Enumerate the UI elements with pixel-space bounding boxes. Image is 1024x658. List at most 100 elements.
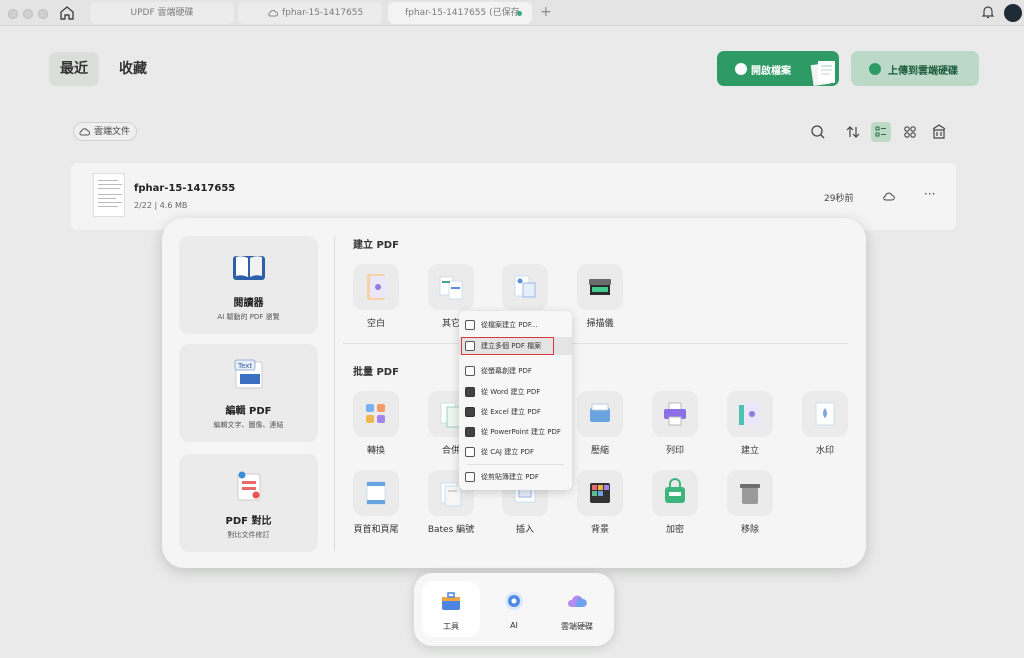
tab-favorites[interactable]: 收藏 <box>108 52 158 86</box>
tool-create[interactable]: 建立 <box>720 391 780 456</box>
tool-label: Bates 編號 <box>427 525 475 535</box>
dock-tools[interactable]: 工具 <box>422 581 480 637</box>
trash-icon <box>740 484 760 504</box>
open-file-button[interactable]: 開啟檔案 <box>717 51 839 86</box>
upload-label: 上傳到雲端硬碟 <box>888 66 958 77</box>
dock-ai[interactable]: AI <box>485 581 543 637</box>
compare-card[interactable]: PDF 對比 對比文件修訂 <box>179 454 318 552</box>
menu-item-label: 從 PowerPoint 建立 PDF <box>481 428 561 436</box>
menu-item-from-excel[interactable]: 從 Excel 建立 PDF <box>459 403 572 421</box>
tool-label: 插入 <box>515 525 534 535</box>
cloud-upload-icon[interactable] <box>883 191 895 201</box>
batch-pdf-heading: 批量 PDF <box>353 367 399 378</box>
bottom-dock: 工具 AI 雲端硬碟 <box>414 573 614 646</box>
tool-compress[interactable]: 壓縮 <box>570 391 630 456</box>
card-subtitle: 對比文件修訂 <box>227 531 270 539</box>
folder-icon <box>465 320 475 330</box>
tab-cloud-drive[interactable]: UPDF 雲端硬碟 <box>90 2 234 24</box>
tool-image[interactable] <box>495 264 555 316</box>
tool-remove[interactable]: 移除 <box>720 470 780 535</box>
menu-item-from-clipboard[interactable]: 從剪貼簿建立 PDF <box>459 468 572 486</box>
more-options-button[interactable]: ··· <box>924 187 935 201</box>
close-window-button[interactable] <box>8 9 18 19</box>
create-pdf-heading: 建立 PDF <box>353 240 399 251</box>
minimize-window-button[interactable] <box>23 9 33 19</box>
tool-label: 頁首和頁尾 <box>353 525 399 535</box>
tab-document-2[interactable]: fphar-15-1417655 (已保存 <box>388 2 532 24</box>
scanner-icon <box>589 279 611 295</box>
menu-item-from-caj[interactable]: 從 CAJ 建立 PDF <box>459 443 572 461</box>
excel-icon <box>465 407 475 417</box>
powerpoint-icon <box>465 427 475 437</box>
create-batch-icon <box>739 403 760 425</box>
menu-item-from-word[interactable]: 從 Word 建立 PDF <box>459 383 572 401</box>
menu-item-from-file[interactable]: 從檔案建立 PDF... <box>459 316 572 334</box>
dock-label: 工具 <box>443 622 459 631</box>
clipboard-icon <box>465 472 475 482</box>
trash-bin-icon[interactable] <box>929 122 949 142</box>
card-subtitle: AI 驅動的 PDF 瀏覽 <box>217 313 280 321</box>
unsaved-dot-icon <box>517 11 522 16</box>
cloud-drive-icon <box>567 595 587 607</box>
convert-icon <box>366 404 385 423</box>
tool-header-footer[interactable]: 頁首和頁尾 <box>346 470 406 535</box>
cloud-documents-filter[interactable]: 雲端文件 <box>73 122 138 141</box>
tool-scanner[interactable]: 掃描儀 <box>570 264 630 329</box>
tool-label: 建立 <box>740 446 759 456</box>
cloud-chip-label: 雲端文件 <box>94 127 131 137</box>
list-view-icon <box>875 126 886 137</box>
tool-label: 水印 <box>815 446 834 456</box>
upload-icon <box>869 63 881 75</box>
plus-circle-icon <box>735 63 747 75</box>
home-icon[interactable] <box>58 4 76 22</box>
file-meta: 2/22 | 4.6 MB <box>134 201 188 210</box>
avatar[interactable] <box>1004 4 1022 22</box>
menu-item-label: 從 Word 建立 PDF <box>481 388 541 396</box>
dock-cloud-drive[interactable]: 雲端硬碟 <box>548 581 606 637</box>
card-title: 編輯 PDF <box>225 406 272 417</box>
book-icon <box>233 256 265 280</box>
open-file-label: 開啟檔案 <box>751 66 791 77</box>
list-view-button[interactable] <box>871 122 891 142</box>
tool-watermark[interactable]: 水印 <box>795 391 855 456</box>
caj-icon <box>465 447 475 457</box>
encrypt-icon <box>665 478 685 503</box>
menu-item-from-powerpoint[interactable]: 從 PowerPoint 建立 PDF <box>459 423 572 441</box>
tool-background[interactable]: 背景 <box>570 470 630 535</box>
tab-recent[interactable]: 最近 <box>49 52 99 86</box>
printer-icon <box>664 402 686 426</box>
upload-to-cloud-button[interactable]: 上傳到雲端硬碟 <box>851 51 979 86</box>
card-title: 閱讀器 <box>233 298 264 309</box>
menu-item-label: 從螢幕創建 PDF <box>481 367 532 375</box>
zoom-window-button[interactable] <box>38 9 48 19</box>
menu-item-label: 從 Excel 建立 PDF <box>481 408 541 416</box>
tab-label: fphar-15-1417655 (已保存 <box>405 8 520 18</box>
card-subtitle: 編輯文字、圖像、連結 <box>213 421 284 429</box>
divider <box>334 236 335 551</box>
tool-label: 轉換 <box>366 446 385 456</box>
tool-encrypt[interactable]: 加密 <box>645 470 705 535</box>
card-title: PDF 對比 <box>225 516 272 527</box>
grid-view-icon[interactable] <box>900 122 920 142</box>
bell-icon[interactable] <box>980 4 996 20</box>
sort-icon[interactable] <box>843 122 863 142</box>
tool-label: 移除 <box>740 525 759 535</box>
tool-convert[interactable]: 轉換 <box>346 391 406 456</box>
search-icon[interactable] <box>808 122 828 142</box>
menu-item-create-multiple[interactable]: 建立多個 PDF 檔案 <box>459 337 572 355</box>
file-thumbnail <box>93 173 125 217</box>
tool-blank[interactable]: 空白 <box>346 264 406 329</box>
reader-card[interactable]: 閱讀器 AI 驅動的 PDF 瀏覽 <box>179 236 318 334</box>
tool-label: 列印 <box>665 446 684 456</box>
menu-item-from-screen[interactable]: 從螢幕創建 PDF <box>459 362 572 380</box>
tab-document-1[interactable]: fphar-15-1417655 <box>238 2 382 24</box>
tool-print[interactable]: 列印 <box>645 391 705 456</box>
menu-item-label: 從檔案建立 PDF... <box>481 321 538 329</box>
edit-pdf-card[interactable]: Text 編輯 PDF 編輯文字、圖像、連結 <box>179 344 318 442</box>
create-pdf-menu: 從檔案建立 PDF... 建立多個 PDF 檔案 從螢幕創建 PDF 從 Wor… <box>459 311 572 490</box>
header-footer-icon <box>366 481 386 505</box>
cloud-icon <box>79 128 90 136</box>
new-tab-button[interactable]: + <box>540 4 552 20</box>
blank-doc-icon <box>367 274 386 300</box>
tool-label: 壓縮 <box>590 446 609 456</box>
